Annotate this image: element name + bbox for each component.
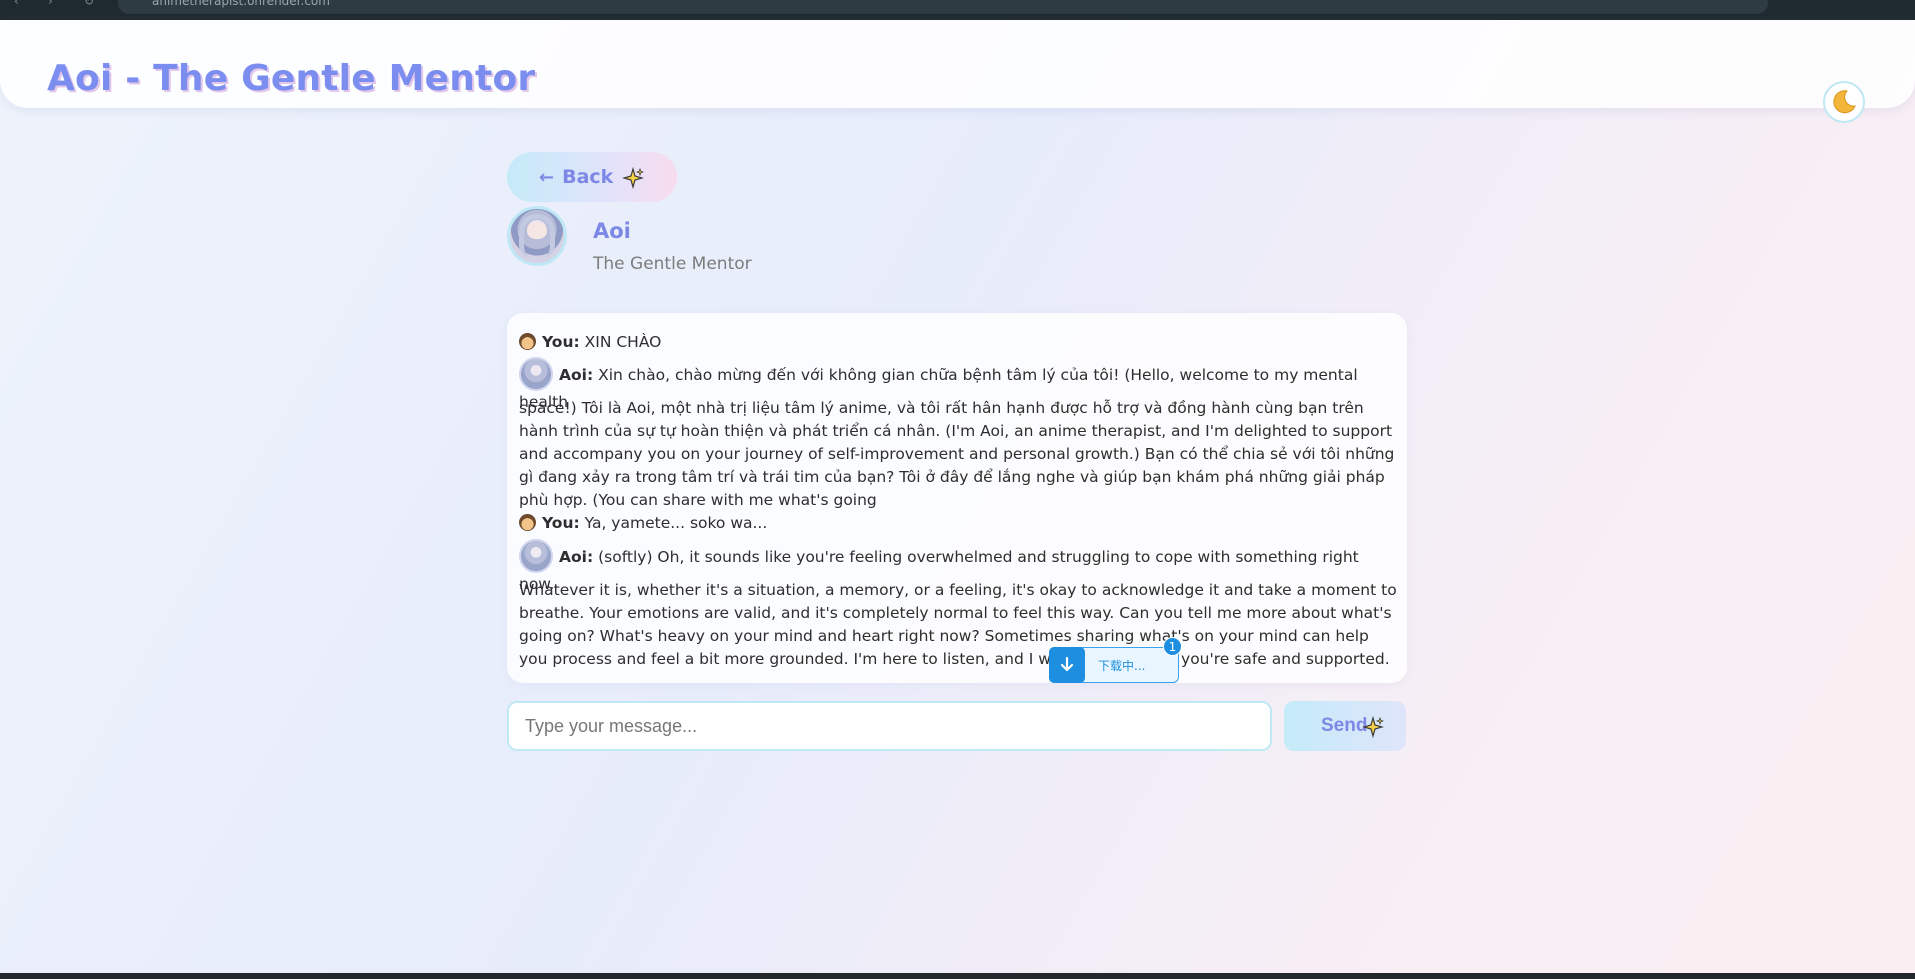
taskbar-edge — [0, 973, 1915, 979]
address-bar[interactable] — [118, 0, 1768, 14]
message-text: Ya, yamete... soko wa... — [584, 514, 768, 532]
moon-icon — [1833, 90, 1856, 114]
back-nav-icon[interactable]: ‹ — [14, 0, 19, 8]
profile-name: Aoi — [593, 219, 631, 243]
send-button-label: Send — [1321, 715, 1368, 736]
download-indicator[interactable]: 下载中... — [1049, 647, 1179, 683]
theme-toggle-button[interactable] — [1823, 81, 1865, 123]
chat-message-aoi-continued: Whatever it is, whether it's a situation… — [519, 579, 1399, 671]
browser-toolbar: ‹ › ↻ animetherapist.onrender.com — [0, 0, 1915, 20]
profile-avatar — [507, 206, 567, 266]
speaker-label: Aoi: — [559, 548, 594, 566]
send-button[interactable]: Send — [1284, 701, 1406, 751]
speaker-label: You: — [542, 514, 580, 532]
chat-message-user: You: Ya, yamete... soko wa... — [519, 512, 1399, 535]
message-input[interactable] — [507, 701, 1272, 751]
back-button[interactable]: ← Back — [507, 152, 677, 202]
aoi-avatar-icon — [519, 357, 553, 391]
chat-message-user: You: XIN CHÀO — [519, 331, 1399, 354]
download-status-text: 下载中... — [1098, 658, 1146, 673]
back-button-label: Back — [562, 166, 614, 188]
profile-subtitle: The Gentle Mentor — [593, 254, 752, 274]
message-text: space!) Tôi là Aoi, một nhà trị liệu tâm… — [519, 399, 1395, 509]
speaker-label: You: — [542, 333, 580, 351]
forward-nav-icon[interactable]: › — [48, 0, 53, 8]
speaker-label: Aoi: — [559, 366, 594, 384]
reload-icon[interactable]: ↻ — [84, 0, 94, 8]
arrow-left-icon: ← — [539, 166, 555, 188]
page-title: Aoi - The Gentle Mentor — [47, 58, 536, 99]
download-count-badge: 1 — [1163, 637, 1182, 656]
message-text: XIN CHÀO — [584, 333, 662, 351]
chat-message-aoi-continued: space!) Tôi là Aoi, một nhà trị liệu tâm… — [519, 397, 1399, 512]
aoi-avatar-icon — [519, 539, 553, 573]
user-emoji-icon — [519, 333, 536, 350]
sparkle-icon — [1362, 716, 1384, 738]
message-text: Whatever it is, whether it's a situation… — [519, 581, 1397, 668]
download-arrow-icon — [1049, 647, 1085, 683]
user-emoji-icon — [519, 514, 536, 531]
sparkle-icon — [622, 167, 644, 189]
app-header: Aoi - The Gentle Mentor — [0, 20, 1915, 123]
chat-log[interactable]: You: XIN CHÀO Aoi: Xin chào, chào mừng đ… — [507, 313, 1407, 683]
address-bar-url[interactable]: animetherapist.onrender.com — [152, 0, 330, 8]
